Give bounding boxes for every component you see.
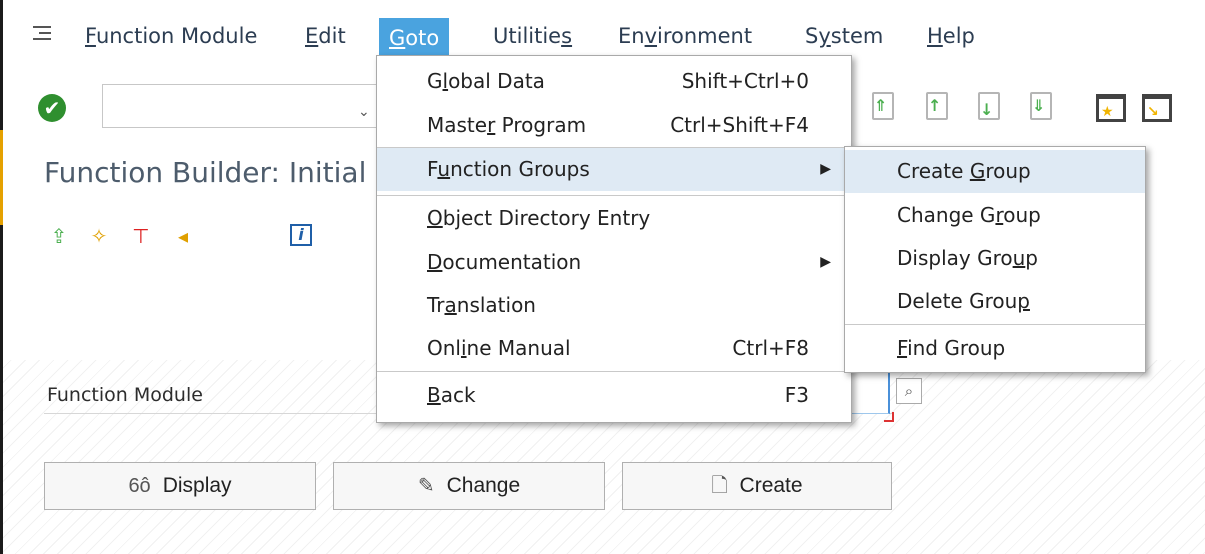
menu-item-display-group[interactable]: Display Group <box>845 237 1145 280</box>
menu-item-create-group[interactable]: Create Group <box>845 150 1145 193</box>
menu-environment[interactable]: Environment <box>608 16 762 56</box>
menu-item-translation[interactable]: Translation <box>377 284 851 327</box>
magic-wand-icon[interactable]: ✧ <box>86 222 112 250</box>
shortcut-icon[interactable]: ↘ <box>1142 94 1172 122</box>
menu-item-function-groups[interactable]: Function Groups ▶ <box>377 148 851 191</box>
menu-item-back[interactable]: Back F3 <box>377 374 851 417</box>
page-title: Function Builder: Initial Screen <box>44 156 372 189</box>
menu-utilities[interactable]: Utilities <box>483 16 582 56</box>
required-marker <box>884 412 894 422</box>
create-button[interactable]: 🗋 Create <box>622 462 892 510</box>
previous-page-icon[interactable]: ↑ <box>926 92 954 122</box>
menu-system[interactable]: System <box>795 16 893 56</box>
function-module-label: Function Module <box>47 384 203 406</box>
glasses-icon: 6ô <box>128 475 151 497</box>
new-document-icon: 🗋 <box>711 475 728 497</box>
chevron-down-icon[interactable]: ⌄ <box>358 104 370 120</box>
menu-goto[interactable]: Goto <box>379 18 450 60</box>
submenu-arrow-icon: ▶ <box>820 161 831 177</box>
change-button[interactable]: ✎ Change <box>333 462 605 510</box>
menu-toggle-icon[interactable] <box>33 26 51 40</box>
command-field[interactable] <box>102 84 378 128</box>
search-help-icon[interactable]: ⌕ <box>896 378 922 404</box>
display-button[interactable]: 6ô Display <box>44 462 316 510</box>
menu-item-delete-group[interactable]: Delete Group <box>845 280 1145 323</box>
menu-item-global-data[interactable]: Global Data Shift+Ctrl+0 <box>377 60 851 103</box>
last-page-icon[interactable]: ⇓ <box>1030 92 1058 122</box>
menu-help[interactable]: Help <box>917 16 985 56</box>
where-used-icon[interactable]: ⇪ <box>46 222 72 250</box>
menu-item-documentation[interactable]: Documentation ▶ <box>377 241 851 284</box>
test-icon[interactable]: ⊤ <box>128 222 154 250</box>
submenu-arrow-icon: ▶ <box>820 254 831 270</box>
next-page-icon[interactable]: ↓ <box>978 92 1006 122</box>
menu-item-find-group[interactable]: Find Group <box>845 327 1145 370</box>
info-icon[interactable]: i <box>290 224 312 246</box>
title-area: Function Builder: Initial Screen <box>0 150 372 195</box>
goto-menu: Global Data Shift+Ctrl+0 Master Program Ct… <box>376 55 852 423</box>
display-object-list-icon[interactable]: ◂ <box>170 222 196 250</box>
pencil-icon: ✎ <box>417 475 435 497</box>
new-session-icon[interactable]: ★ <box>1096 94 1126 122</box>
menu-function-module[interactable]: Function Module <box>75 16 267 56</box>
menu-item-object-directory-entry[interactable]: Object Directory Entry <box>377 197 851 240</box>
first-page-icon[interactable]: ⇑ <box>872 92 900 122</box>
function-groups-submenu: Create Group Change Group Display Group … <box>844 146 1146 373</box>
menu-item-master-program[interactable]: Master Program Ctrl+Shift+F4 <box>377 104 851 147</box>
enter-check-icon[interactable]: ✔ <box>38 94 66 122</box>
menu-item-change-group[interactable]: Change Group <box>845 194 1145 237</box>
menu-item-online-manual[interactable]: Online Manual Ctrl+F8 <box>377 327 851 370</box>
menu-edit[interactable]: Edit <box>295 16 356 56</box>
